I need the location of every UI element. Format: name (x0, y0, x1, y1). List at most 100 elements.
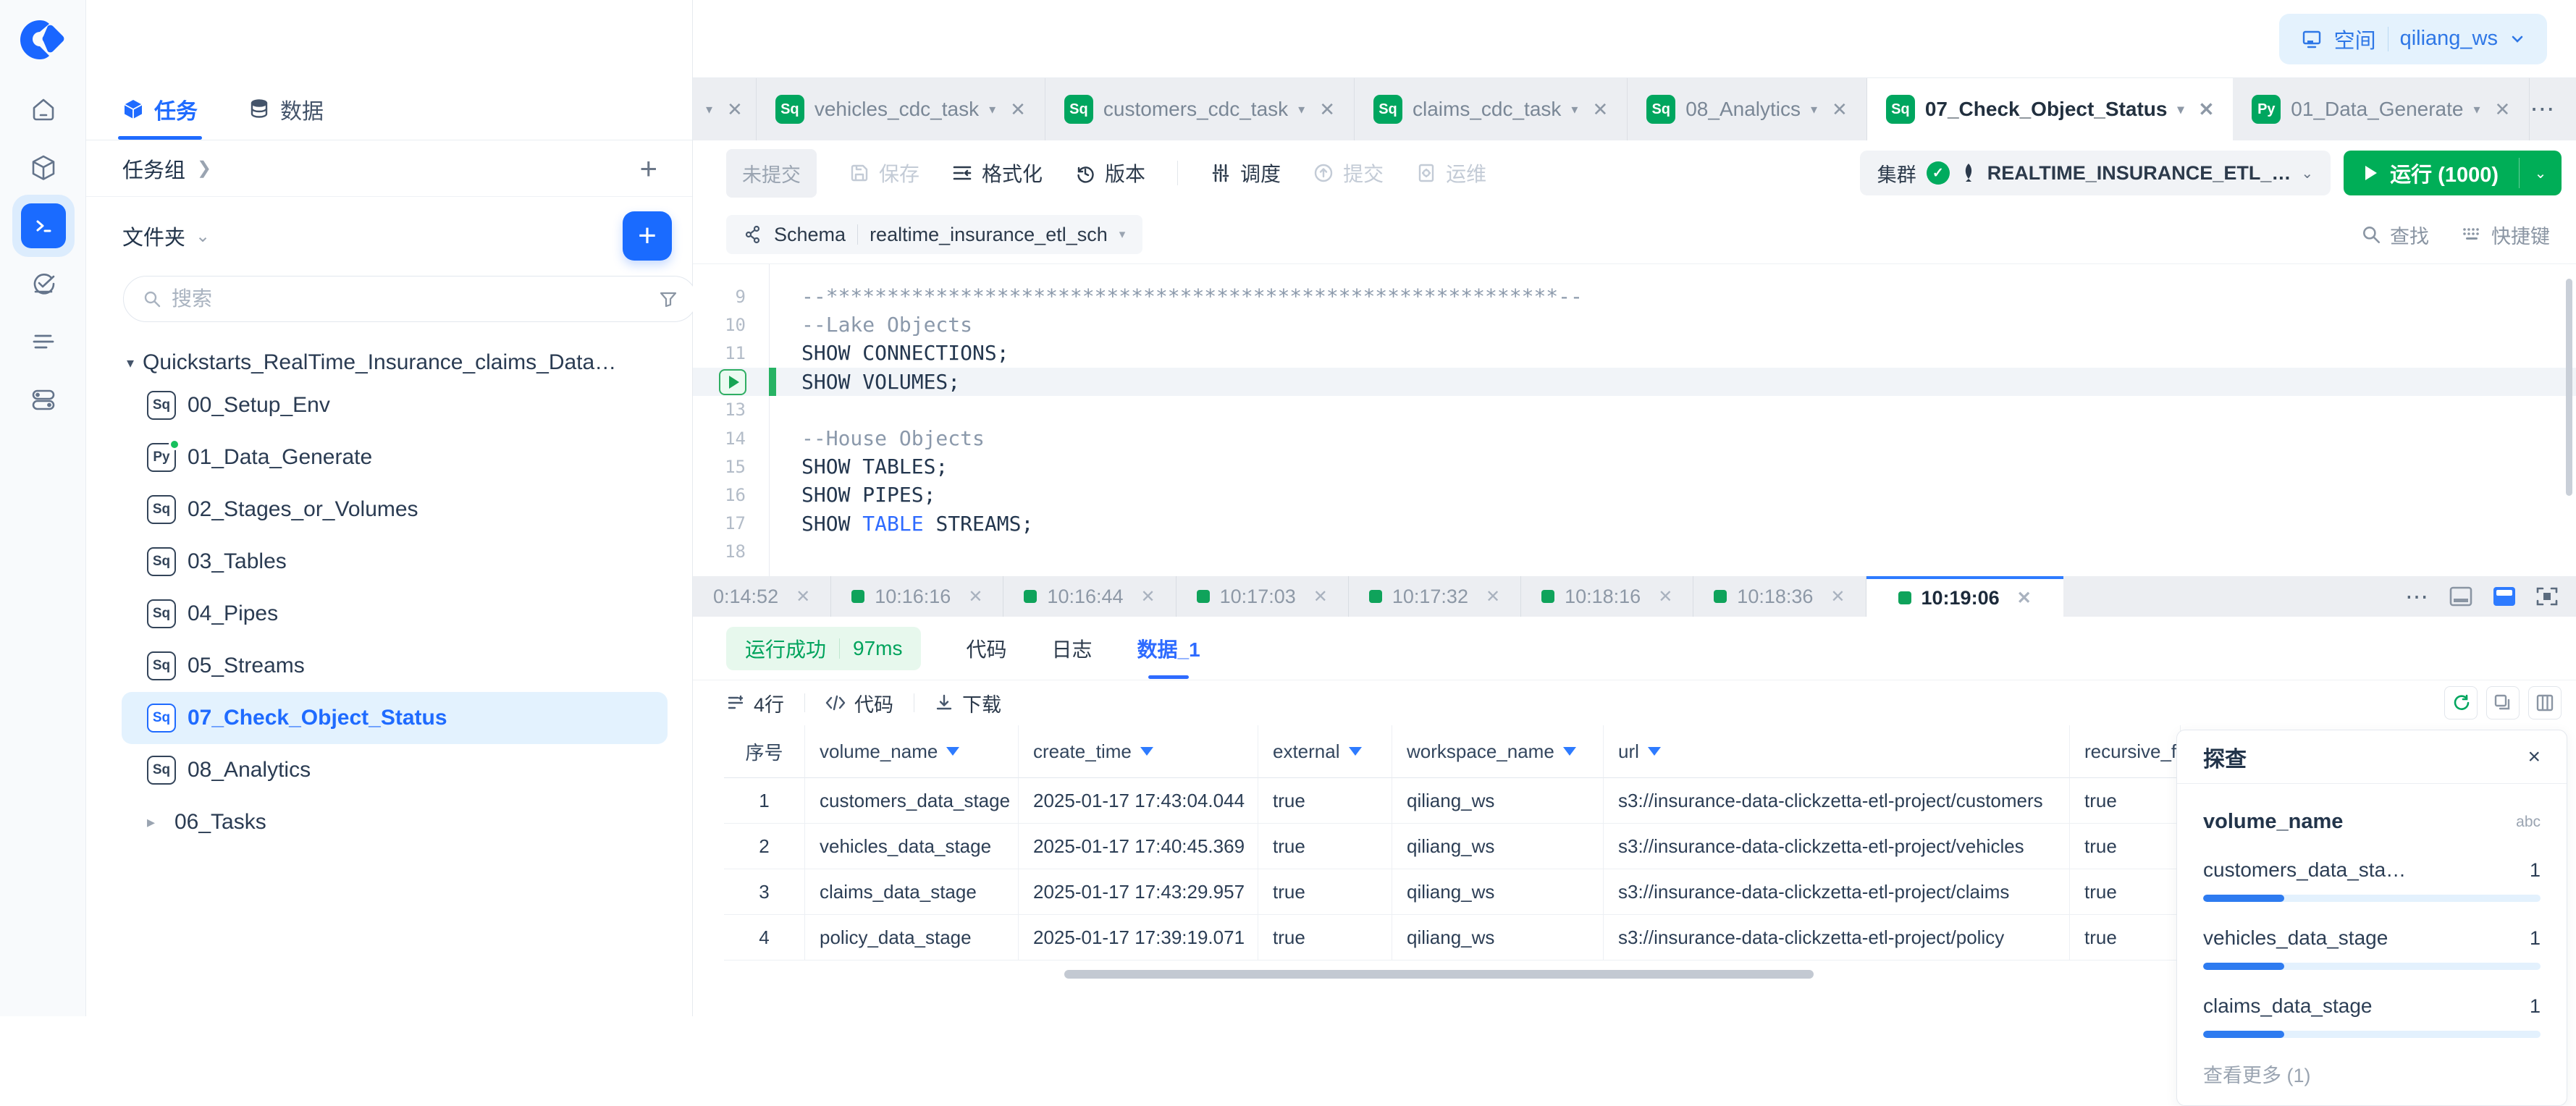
ops-button[interactable]: 运维 (1415, 159, 1486, 187)
run-button-main[interactable]: 运行 (1000) (2344, 151, 2519, 195)
close-icon[interactable]: ✕ (2199, 98, 2215, 121)
download-button[interactable]: 下载 (935, 689, 1001, 717)
result-tab-0:14:52[interactable]: 0:14:52✕ (693, 576, 831, 617)
add-file-button[interactable]: + (623, 211, 672, 261)
schema-selector[interactable]: Schema realtime_insurance_etl_sch ▾ (726, 215, 1142, 254)
close-icon[interactable]: ✕ (1010, 98, 1026, 121)
result-tab-10:16:16[interactable]: 10:16:16✕ (831, 576, 1003, 617)
chevron-down-icon[interactable]: ▾ (2177, 102, 2184, 117)
tab-tasks[interactable]: 任务 (122, 78, 198, 140)
view-code-button[interactable]: 代码 (825, 689, 893, 717)
result-tab-10:18:36[interactable]: 10:18:36✕ (1693, 576, 1866, 617)
code-line[interactable]: SHOW VOLUMES; (693, 368, 2576, 396)
column-header[interactable]: url (1604, 725, 2070, 778)
column-header[interactable]: external (1258, 725, 1392, 778)
run-options-caret[interactable]: ⌄ (2520, 151, 2562, 195)
editor-tab-clipped[interactable]: ▾ ✕ (693, 78, 757, 140)
swap-panel-button[interactable] (2486, 686, 2520, 719)
chevron-down-icon[interactable]: ▾ (1571, 102, 1578, 117)
chevron-down-icon[interactable]: ▾ (1298, 102, 1305, 117)
close-icon[interactable]: ✕ (727, 98, 743, 121)
tree-item[interactable]: Sq04_Pipes (122, 588, 668, 640)
result-view-tab-日志[interactable]: 日志 (1052, 634, 1093, 663)
explore-item[interactable]: customers_data_sta…1 (2203, 858, 2541, 902)
tree-item[interactable]: Sq02_Stages_or_Volumes (122, 484, 668, 536)
chevron-down-icon[interactable]: ▾ (989, 102, 996, 117)
result-tab-10:19:06[interactable]: 10:19:06✕ (1866, 576, 2063, 617)
result-tab-10:17:32[interactable]: 10:17:32✕ (1349, 576, 1521, 617)
tree-item[interactable]: Sq05_Streams (122, 640, 668, 692)
close-icon[interactable]: ✕ (1658, 586, 1672, 607)
editor-scrollbar[interactable] (2566, 279, 2572, 496)
chevron-down-icon[interactable]: ⌄ (195, 226, 210, 247)
chevron-right-icon[interactable]: ❯ (197, 158, 211, 179)
submit-button[interactable]: 提交 (1313, 159, 1384, 187)
chevron-right-icon[interactable]: ▸ (147, 813, 163, 832)
code-line[interactable]: 11SHOW CONNECTIONS; (693, 339, 2576, 367)
more-tabs-icon[interactable]: ⋯ (2530, 95, 2556, 124)
close-icon[interactable]: ✕ (1313, 586, 1328, 607)
column-header[interactable]: create_time (1019, 725, 1258, 778)
chevron-down-icon[interactable]: ▾ (1811, 102, 1817, 117)
columns-button[interactable] (2528, 686, 2562, 719)
code-line[interactable]: 18 (693, 538, 2576, 566)
rail-home-icon[interactable] (0, 81, 86, 139)
search-input[interactable] (172, 287, 649, 311)
tree-item[interactable]: Sq08_Analytics (122, 744, 668, 796)
code-line[interactable]: 9--*************************************… (693, 282, 2576, 311)
code-editor[interactable]: 9--*************************************… (693, 264, 2576, 576)
tree-item[interactable]: Sq00_Setup_Env (122, 379, 668, 431)
code-line[interactable]: 14--House Objects (693, 424, 2576, 452)
profile-refresh-button[interactable] (2444, 686, 2478, 719)
close-icon[interactable]: ✕ (796, 586, 810, 607)
panel-bottom-active-icon[interactable] (2492, 586, 2517, 607)
close-icon[interactable]: ✕ (1830, 586, 1845, 607)
result-tab-10:16:44[interactable]: 10:16:44✕ (1003, 576, 1176, 617)
explore-item[interactable]: vehicles_data_stage1 (2203, 926, 2541, 970)
workspace-switcher[interactable]: 空间 qiliang_ws (2279, 14, 2547, 64)
close-icon[interactable]: ✕ (968, 586, 982, 607)
close-icon[interactable]: ✕ (1832, 98, 1848, 121)
search-box[interactable] (123, 276, 697, 322)
more-results-icon[interactable]: ⋯ (2405, 583, 2430, 610)
code-line[interactable]: 17SHOW TABLE STREAMS; (693, 510, 2576, 538)
sort-icon[interactable] (1140, 747, 1153, 756)
find-button[interactable]: 查找 (2361, 221, 2429, 249)
format-button[interactable]: 格式化 (951, 159, 1043, 187)
run-button[interactable]: 运行 (1000) ⌄ (2344, 151, 2562, 195)
tree-root[interactable]: ▾ Quickstarts_RealTime_Insurance_claims_… (127, 346, 692, 379)
column-header[interactable]: 序号 (724, 725, 805, 778)
view-more-link[interactable]: 查看更多 (1) (2203, 1060, 2541, 1088)
close-icon[interactable]: ✕ (1592, 98, 1608, 121)
shortcuts-button[interactable]: 快捷键 (2461, 221, 2550, 249)
column-header[interactable]: recursive_fil (2070, 725, 2181, 778)
sort-icon[interactable] (1563, 747, 1576, 756)
horizontal-scrollbar[interactable] (1064, 970, 1814, 979)
sort-icon[interactable] (946, 747, 959, 756)
explore-item[interactable]: claims_data_stage1 (2203, 995, 2541, 1038)
result-tab-10:17:03[interactable]: 10:17:03✕ (1177, 576, 1349, 617)
add-task-group-button[interactable]: + (639, 153, 657, 184)
sort-icon[interactable] (1648, 747, 1661, 756)
tree-item[interactable]: Py01_Data_Generate (122, 431, 668, 484)
rail-ops-icon[interactable] (0, 255, 86, 313)
panel-bottom-icon[interactable] (2449, 586, 2473, 607)
fullscreen-icon[interactable] (2535, 586, 2559, 607)
code-line[interactable]: 16SHOW PIPES; (693, 481, 2576, 509)
column-header[interactable]: workspace_name (1392, 725, 1604, 778)
schedule-button[interactable]: 调度 (1210, 159, 1281, 187)
editor-tab-claims_cdc_task[interactable]: Sqclaims_cdc_task▾✕ (1355, 78, 1628, 140)
sort-icon[interactable] (1349, 747, 1362, 756)
version-button[interactable]: 版本 (1074, 159, 1145, 187)
code-line[interactable]: 10--Lake Objects (693, 311, 2576, 339)
close-icon[interactable]: ✕ (1486, 586, 1500, 607)
chevron-down-icon[interactable]: ▾ (2473, 102, 2480, 117)
close-icon[interactable]: ✕ (1141, 586, 1156, 607)
result-tab-10:18:16[interactable]: 10:18:16✕ (1521, 576, 1693, 617)
tree-expand-icon[interactable]: ▾ (127, 354, 134, 372)
tab-data[interactable]: 数据 (248, 78, 324, 140)
close-icon[interactable]: ✕ (2017, 588, 2032, 609)
editor-tab-07_Check_Object_Status[interactable]: Sq07_Check_Object_Status▾✕ (1867, 78, 2233, 140)
rail-logs-icon[interactable] (0, 313, 86, 371)
run-line-button[interactable] (719, 369, 746, 395)
